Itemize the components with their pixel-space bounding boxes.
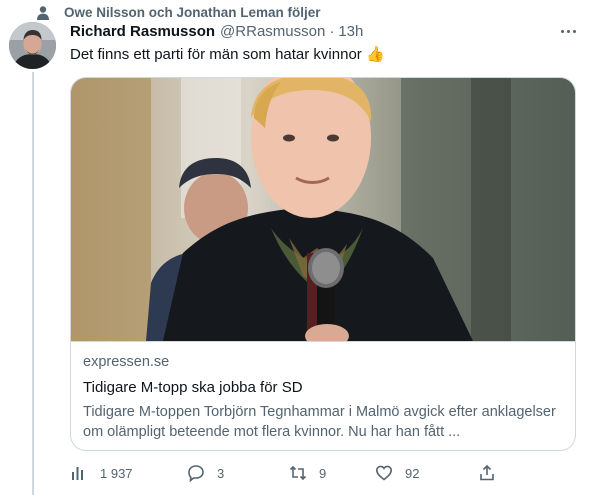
tweet-time[interactable]: 13h [338,23,363,40]
card-description: Tidigare M-toppen Torbjörn Tegnhammar i … [83,404,556,440]
heart-icon [375,465,393,481]
retweet-button[interactable]: 9 [289,460,326,486]
share-icon [480,464,494,481]
person-icon [37,6,49,20]
views-button[interactable]: 1 937 [70,460,133,486]
like-count: 92 [405,465,420,481]
separator-dot: · [329,23,335,40]
action-bar: 1 937 3 9 92 [60,460,580,486]
card-body: expressen.se Tidigare M-topp ska jobba f… [71,341,575,450]
avatar-image [9,22,56,69]
retweet-count: 9 [319,465,327,481]
author-handle[interactable]: @RRasmusson [220,23,325,40]
link-card[interactable]: expressen.se Tidigare M-topp ska jobba f… [70,77,576,451]
card-photo [71,78,575,341]
tweet-text: Det finns ett parti för män som hatar kv… [70,46,385,63]
reply-icon [188,465,204,482]
thread-line [32,72,34,495]
tweet-header: Richard Rasmusson @RRasmusson · 13h [70,23,363,43]
share-button[interactable] [478,460,496,486]
retweet-icon [289,465,307,481]
reply-count: 3 [217,465,225,481]
views-count: 1 937 [100,465,133,481]
card-domain: expressen.se [83,354,170,370]
card-title: Tidigare M-topp ska jobba för SD [83,379,303,396]
avatar[interactable] [9,22,56,69]
author-name[interactable]: Richard Rasmusson [70,23,215,40]
more-options-icon[interactable] [556,23,580,39]
card-image [71,78,575,341]
like-button[interactable]: 92 [375,460,419,486]
social-context-text: Owe Nilsson och Jonathan Leman följer [64,5,321,20]
reply-button[interactable]: 3 [187,460,224,486]
analytics-icon [72,467,83,480]
